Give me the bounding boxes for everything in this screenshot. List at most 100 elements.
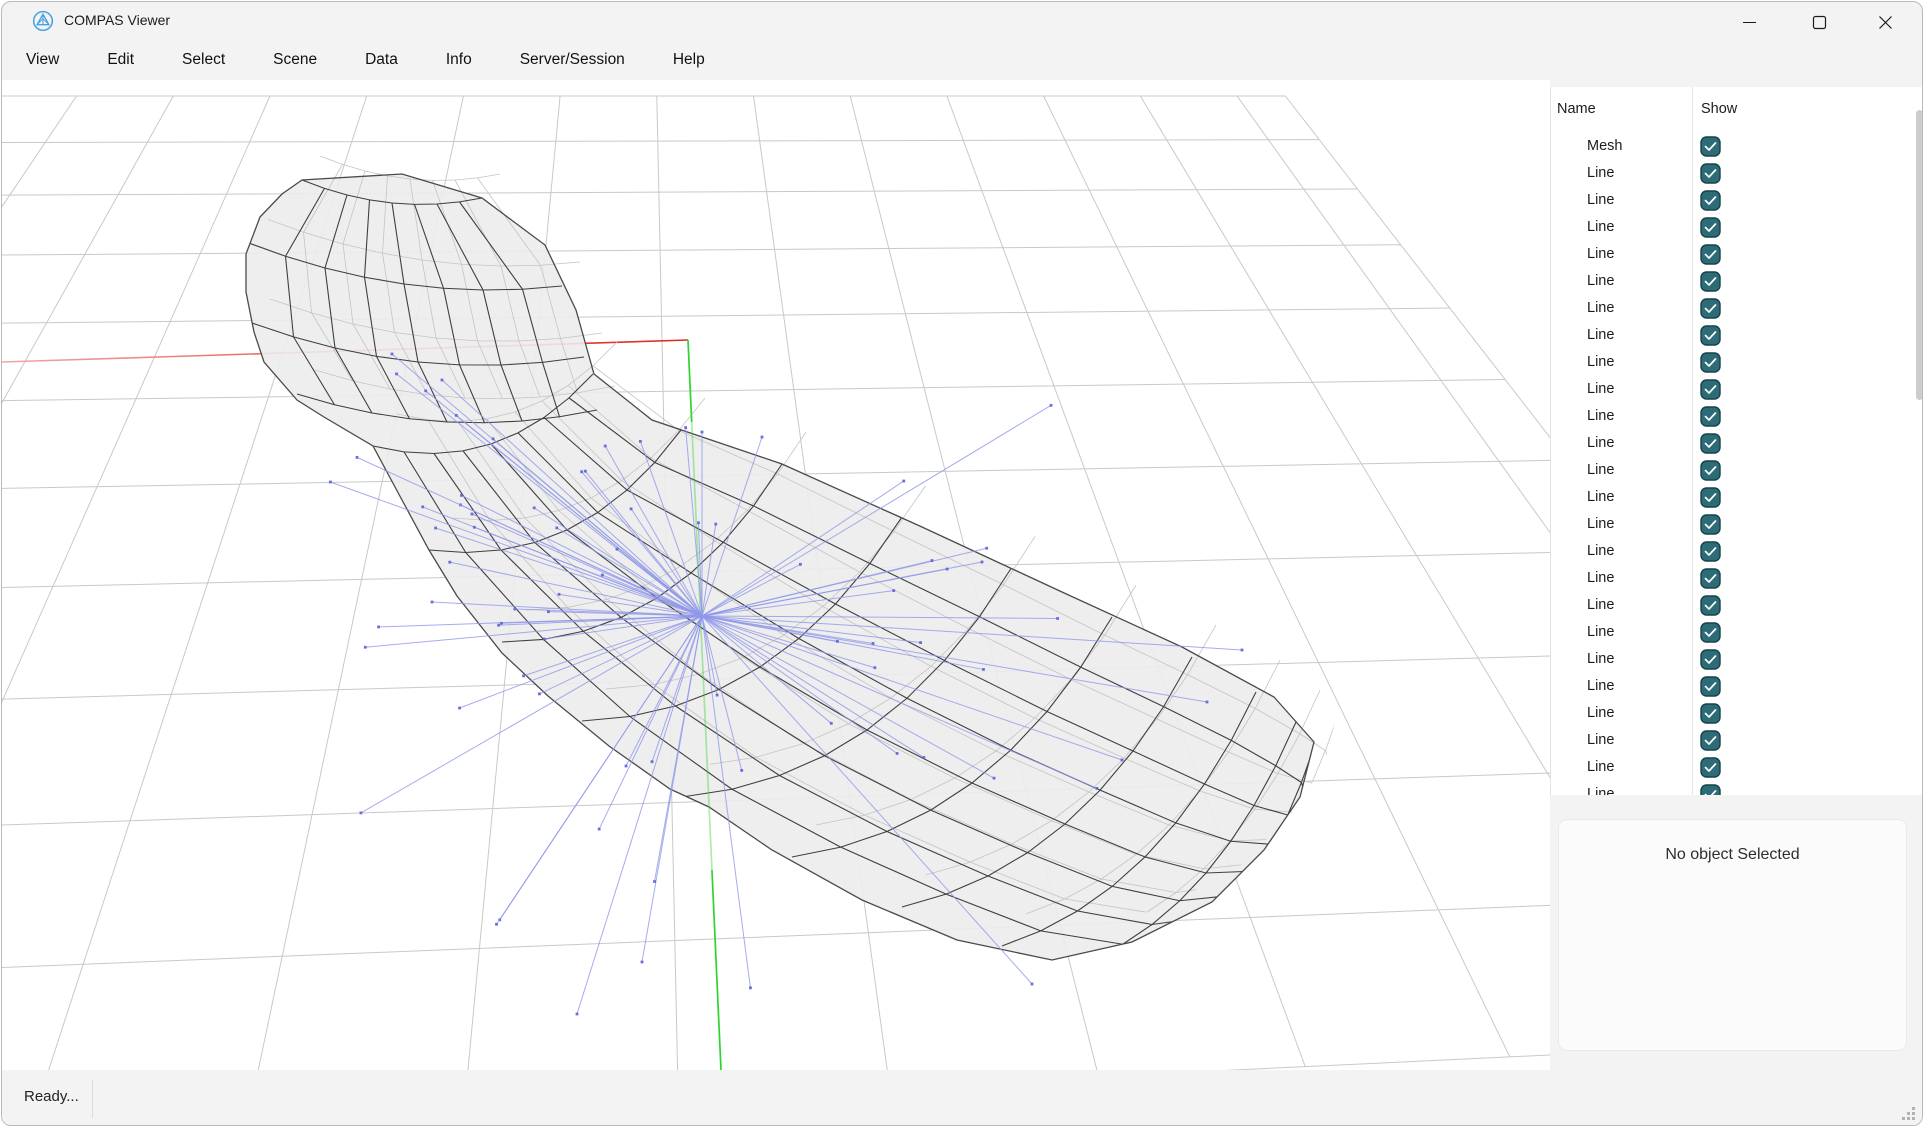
- tree-row-line-1[interactable]: Line: [1551, 161, 1923, 188]
- tree-row-line-7[interactable]: Line: [1551, 323, 1923, 350]
- tree-row-label: Line: [1587, 678, 1614, 694]
- show-checkbox[interactable]: [1700, 757, 1721, 778]
- tree-row-line-9[interactable]: Line: [1551, 377, 1923, 404]
- status-divider: [92, 1080, 93, 1118]
- tree-row-label: Line: [1587, 462, 1614, 478]
- show-checkbox[interactable]: [1700, 325, 1721, 346]
- show-checkbox[interactable]: [1700, 568, 1721, 589]
- menu-item-select[interactable]: Select: [182, 51, 225, 69]
- show-checkbox[interactable]: [1700, 676, 1721, 697]
- tree-row-line-4[interactable]: Line: [1551, 242, 1923, 269]
- tree-row-label: Line: [1587, 192, 1614, 208]
- tree-row-line-2[interactable]: Line: [1551, 188, 1923, 215]
- tree-row-label: Line: [1587, 408, 1614, 424]
- window-title: COMPAS Viewer: [64, 12, 170, 28]
- show-checkbox[interactable]: [1700, 406, 1721, 427]
- scene-graphics: [2, 96, 1550, 1070]
- show-checkbox[interactable]: [1700, 352, 1721, 373]
- show-checkbox[interactable]: [1700, 379, 1721, 400]
- tree-row-label: Line: [1587, 516, 1614, 532]
- tree-row-line-13[interactable]: Line: [1551, 485, 1923, 512]
- tree-row-line-23[interactable]: Line: [1551, 755, 1923, 782]
- tree-row-line-16[interactable]: Line: [1551, 566, 1923, 593]
- maximize-icon: [1812, 15, 1827, 30]
- show-checkbox[interactable]: [1700, 784, 1721, 795]
- show-checkbox[interactable]: [1700, 514, 1721, 535]
- tree-row-label: Line: [1587, 435, 1614, 451]
- show-checkbox[interactable]: [1700, 433, 1721, 454]
- minimize-button[interactable]: [1716, 2, 1782, 42]
- show-checkbox[interactable]: [1700, 703, 1721, 724]
- title-bar[interactable]: COMPAS Viewer: [2, 2, 1922, 40]
- show-checkbox[interactable]: [1700, 271, 1721, 292]
- y-axis-green: [712, 870, 721, 1070]
- viewport-3d[interactable]: [2, 80, 1550, 1070]
- show-checkbox[interactable]: [1700, 217, 1721, 238]
- tree-row-line-6[interactable]: Line: [1551, 296, 1923, 323]
- menu-item-info[interactable]: Info: [446, 51, 472, 69]
- tree-row-line-22[interactable]: Line: [1551, 728, 1923, 755]
- show-checkbox[interactable]: [1700, 460, 1721, 481]
- tree-row-label: Line: [1587, 759, 1614, 775]
- tree-row-label: Line: [1587, 219, 1614, 235]
- close-icon: [1878, 15, 1893, 30]
- menu-item-scene[interactable]: Scene: [273, 51, 317, 69]
- tree-row-line-24[interactable]: Line: [1551, 782, 1923, 795]
- menu-item-help[interactable]: Help: [673, 51, 705, 69]
- tree-row-line-14[interactable]: Line: [1551, 512, 1923, 539]
- close-button[interactable]: [1852, 2, 1918, 42]
- tree-row-label: Line: [1587, 786, 1614, 795]
- tree-row-line-15[interactable]: Line: [1551, 539, 1923, 566]
- resize-grip-icon[interactable]: [1902, 1107, 1916, 1121]
- tree-row-line-5[interactable]: Line: [1551, 269, 1923, 296]
- show-checkbox[interactable]: [1700, 190, 1721, 211]
- tree-row-label: Line: [1587, 705, 1614, 721]
- tree-row-line-21[interactable]: Line: [1551, 701, 1923, 728]
- no-object-selected-text: No object Selected: [1559, 846, 1906, 864]
- tree-row-label: Line: [1587, 165, 1614, 181]
- mesh-object[interactable]: [246, 156, 1338, 960]
- tree-row-mesh-0[interactable]: Mesh: [1551, 134, 1923, 161]
- tree-row-label: Line: [1587, 489, 1614, 505]
- y-axis-green: [688, 340, 692, 422]
- show-checkbox[interactable]: [1700, 163, 1721, 184]
- show-checkbox[interactable]: [1700, 136, 1721, 157]
- app-window: COMPAS Viewer View Edit Select Scene Data Inf…: [1, 1, 1923, 1126]
- scene-tree-panel: Name Show MeshLineLineLineLineLineLineLi…: [1550, 87, 1923, 795]
- tree-row-label: Line: [1587, 354, 1614, 370]
- tree-row-label: Line: [1587, 732, 1614, 748]
- tree-row-line-17[interactable]: Line: [1551, 593, 1923, 620]
- tree-row-label: Line: [1587, 327, 1614, 343]
- inspector-panel: No object Selected: [1558, 819, 1907, 1051]
- menu-item-data[interactable]: Data: [365, 51, 398, 69]
- tree-row-line-20[interactable]: Line: [1551, 674, 1923, 701]
- menu-bar: View Edit Select Scene Data Info Server/Sessio…: [2, 40, 1922, 80]
- tree-row-line-11[interactable]: Line: [1551, 431, 1923, 458]
- tree-row-line-19[interactable]: Line: [1551, 647, 1923, 674]
- scene-tree-scrollbar[interactable]: [1916, 110, 1923, 400]
- menu-item-server-session[interactable]: Server/Session: [520, 51, 625, 69]
- tree-row-label: Line: [1587, 543, 1614, 559]
- tree-row-label: Line: [1587, 624, 1614, 640]
- tree-row-line-18[interactable]: Line: [1551, 620, 1923, 647]
- tree-row-line-3[interactable]: Line: [1551, 215, 1923, 242]
- show-checkbox[interactable]: [1700, 730, 1721, 751]
- tree-row-label: Line: [1587, 381, 1614, 397]
- tree-row-line-8[interactable]: Line: [1551, 350, 1923, 377]
- show-checkbox[interactable]: [1700, 595, 1721, 616]
- show-checkbox[interactable]: [1700, 244, 1721, 265]
- tree-row-line-10[interactable]: Line: [1551, 404, 1923, 431]
- show-checkbox[interactable]: [1700, 622, 1721, 643]
- tree-row-label: Mesh: [1587, 138, 1622, 154]
- show-checkbox[interactable]: [1700, 649, 1721, 670]
- maximize-button[interactable]: [1786, 2, 1852, 42]
- menu-item-edit[interactable]: Edit: [107, 51, 134, 69]
- tree-row-line-12[interactable]: Line: [1551, 458, 1923, 485]
- column-header-name: Name: [1557, 101, 1596, 117]
- column-header-show: Show: [1701, 101, 1737, 117]
- show-checkbox[interactable]: [1700, 541, 1721, 562]
- show-checkbox[interactable]: [1700, 487, 1721, 508]
- menu-item-view[interactable]: View: [26, 51, 59, 69]
- compas-logo-icon: [32, 10, 54, 32]
- show-checkbox[interactable]: [1700, 298, 1721, 319]
